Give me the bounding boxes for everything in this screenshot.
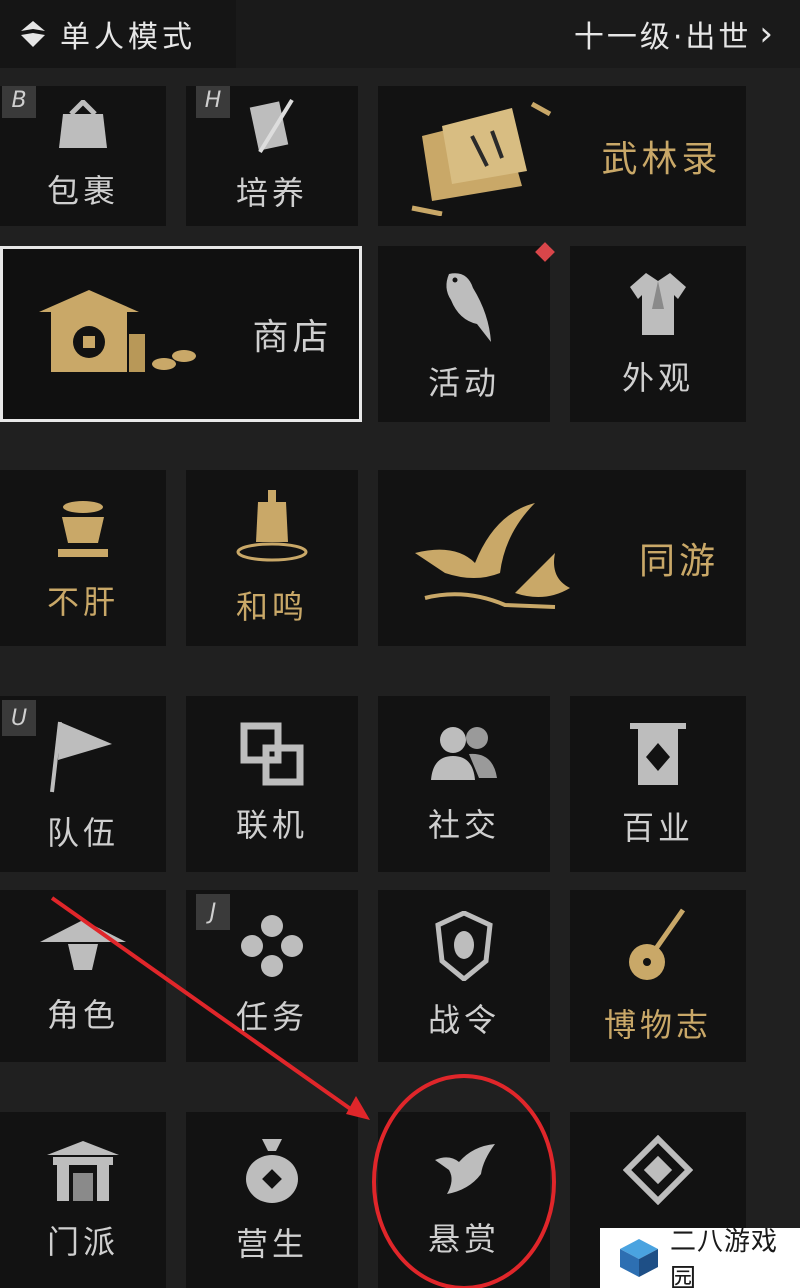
tile-cultivate[interactable]: H 培养	[186, 86, 358, 226]
tile-livelihood[interactable]: 营生	[186, 1112, 358, 1288]
pipa-icon	[623, 906, 693, 986]
hotkey-badge: H	[196, 86, 230, 118]
tile-wulin-record[interactable]: 武林录	[378, 86, 746, 226]
tile-battlepass[interactable]: 战令	[378, 890, 550, 1062]
tile-social[interactable]: 社交	[378, 696, 550, 872]
tile-tongyou[interactable]: 同游	[378, 470, 746, 646]
crow-icon	[429, 264, 499, 344]
clothing-icon	[626, 269, 690, 339]
teacup-icon	[48, 493, 118, 563]
shop-building-icon	[29, 284, 199, 384]
tile-label: 社交	[427, 806, 500, 844]
tile-activity[interactable]: 活动	[378, 246, 550, 422]
link-squares-icon	[240, 722, 304, 786]
bird-icon	[429, 1140, 499, 1200]
people-icon	[429, 722, 499, 786]
tile-baiye[interactable]: 百业	[570, 696, 746, 872]
tile-label: 联机	[235, 806, 308, 844]
bag-icon	[53, 100, 113, 152]
flag-icon	[48, 714, 118, 794]
tile-label: 不肝	[46, 583, 119, 621]
tile-label: 活动	[427, 364, 500, 402]
tile-label: 同游	[638, 541, 719, 582]
tile-label: 博物志	[603, 1006, 712, 1044]
tile-label: 门派	[46, 1223, 119, 1261]
hotkey-badge: J	[196, 894, 230, 930]
tile-character[interactable]: 角色	[0, 890, 166, 1062]
tile-label: 外观	[621, 359, 694, 397]
tile-label: 和鸣	[235, 588, 308, 626]
flower-knot-icon	[240, 914, 304, 978]
hotkey-badge: U	[2, 700, 36, 736]
tile-museum[interactable]: 博物志	[570, 890, 746, 1062]
menu-grid: B 包裹 H 培养 武林录 商店 活动 外观 不肝 和鸣 同游 U 队伍 联机 …	[0, 0, 800, 1288]
tile-label: 角色	[46, 996, 119, 1034]
tile-quest[interactable]: J 任务	[186, 890, 358, 1062]
gate-icon	[45, 1137, 121, 1203]
tile-team[interactable]: U 队伍	[0, 696, 166, 872]
watermark-text: 二八游戏园	[670, 1227, 779, 1288]
tile-shop[interactable]: 商店	[0, 246, 362, 422]
cranes-icon	[405, 493, 585, 623]
watermark: 二八游戏园	[600, 1227, 800, 1288]
shield-token-icon	[434, 911, 494, 981]
tile-buqian[interactable]: 不肝	[0, 470, 166, 646]
tile-label: 悬赏	[427, 1220, 500, 1258]
tile-online[interactable]: 联机	[186, 696, 358, 872]
tile-label: 任务	[235, 998, 308, 1036]
scroll-icon	[242, 98, 302, 154]
tile-bounty[interactable]: 悬赏	[378, 1112, 550, 1288]
scrolls-icon	[402, 96, 552, 216]
tile-label: 武林录	[601, 139, 722, 180]
cube-logo-icon	[618, 1237, 660, 1279]
tile-sect[interactable]: 门派	[0, 1112, 166, 1288]
tile-appearance[interactable]: 外观	[570, 246, 746, 422]
swirl-emblem-icon	[623, 1135, 693, 1205]
tile-label: 培养	[235, 174, 308, 212]
bell-icon	[232, 488, 312, 568]
tile-label: 商店	[252, 317, 333, 358]
tile-label: 战令	[427, 1001, 500, 1039]
hat-icon	[38, 916, 128, 976]
tile-label: 百业	[621, 809, 694, 847]
money-bag-icon	[242, 1135, 302, 1205]
tile-label: 营生	[235, 1225, 308, 1263]
tile-bag[interactable]: B 包裹	[0, 86, 166, 226]
tile-label: 包裹	[46, 172, 119, 210]
banner-icon	[628, 719, 688, 789]
tile-label: 队伍	[46, 814, 119, 852]
tile-heming[interactable]: 和鸣	[186, 470, 358, 646]
hotkey-badge: B	[2, 86, 36, 118]
